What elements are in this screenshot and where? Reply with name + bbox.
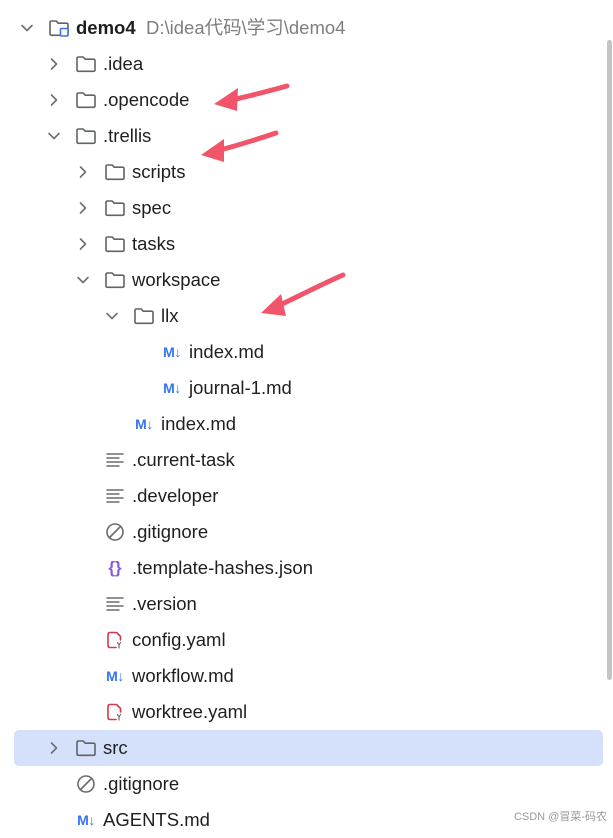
annotation-arrows	[201, 83, 346, 316]
annotation-arrow-llx-icon	[261, 272, 346, 316]
annotation-arrow-trellis-icon	[201, 130, 279, 162]
annotation-arrow-opencode-icon	[214, 83, 290, 111]
